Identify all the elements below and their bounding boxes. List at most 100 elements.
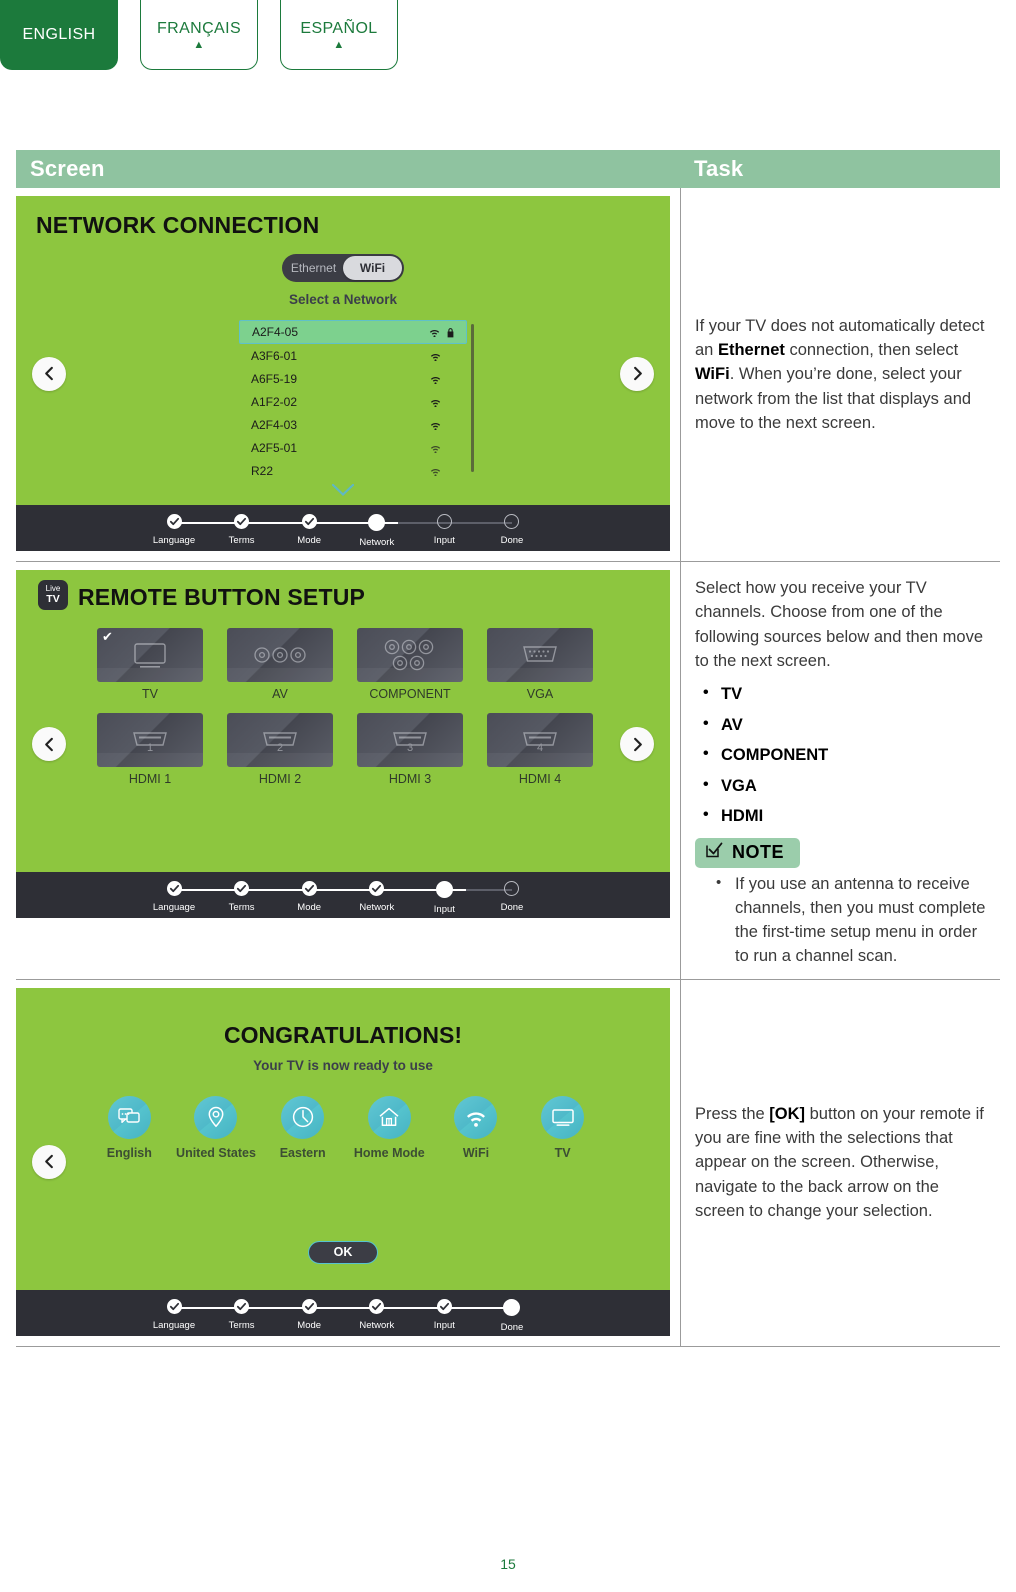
hdmi-port-icon: 3 bbox=[393, 732, 427, 754]
language-tab-francais[interactable]: FRANÇAIS ▲ bbox=[140, 0, 258, 70]
tile-thumbnail[interactable] bbox=[487, 628, 593, 682]
network-ssid: A2F4-03 bbox=[251, 417, 298, 432]
toggle-option-wifi[interactable]: WiFi bbox=[343, 256, 402, 280]
task-cell: Select how you receive your TV channels.… bbox=[680, 562, 1000, 979]
note-badge: NOTE bbox=[695, 837, 801, 868]
progress-step-label: Mode bbox=[297, 1319, 322, 1331]
list-item: If you use an antenna to receive channel… bbox=[713, 872, 986, 969]
progress-step-language: Language bbox=[153, 1298, 195, 1333]
checkbox-check-icon bbox=[705, 841, 723, 864]
progress-step-label: Done bbox=[500, 535, 524, 546]
note-bullet-list: If you use an antenna to receive channel… bbox=[713, 872, 986, 969]
back-arrow-button[interactable] bbox=[32, 1144, 66, 1179]
network-list-item[interactable]: A2F4-05 bbox=[239, 320, 467, 344]
chevron-down-icon[interactable] bbox=[331, 483, 355, 502]
pending-step-dot bbox=[504, 881, 520, 896]
hdmi-port-icon: 4 bbox=[523, 732, 557, 754]
input-source-av[interactable]: AV bbox=[222, 628, 338, 701]
screen-title: NETWORK CONNECTION bbox=[36, 212, 320, 238]
language-tab-english[interactable]: ENGLISH bbox=[0, 0, 118, 70]
setup-progress-bar: Language Terms Mode Network Input Done bbox=[16, 872, 670, 918]
network-ssid: R22 bbox=[251, 463, 274, 478]
live-tv-icon: Live TV bbox=[38, 580, 68, 610]
next-arrow-button[interactable] bbox=[620, 727, 654, 761]
back-arrow-button[interactable] bbox=[32, 727, 66, 761]
summary-item-mode: Home Mode bbox=[346, 1095, 433, 1160]
network-ssid: A3F6-01 bbox=[251, 348, 298, 363]
network-list-item[interactable]: A1F2-02 bbox=[239, 390, 467, 413]
lock-icon bbox=[442, 327, 458, 338]
input-source-hdmi-2[interactable]: 2 HDMI 2 bbox=[222, 713, 338, 786]
tile-thumbnail[interactable] bbox=[227, 628, 333, 682]
svg-text:4: 4 bbox=[537, 742, 543, 754]
summary-item-label: WiFi bbox=[462, 1145, 490, 1160]
network-list[interactable]: A2F4-05 A3F6-01 A6F5-19 A1F2-02 A2F4-03 … bbox=[239, 320, 467, 482]
tile-label: AV bbox=[272, 687, 288, 701]
summary-item-country: United States bbox=[173, 1095, 260, 1160]
select-network-label: Select a Network bbox=[288, 292, 398, 307]
wifi-icon bbox=[427, 466, 443, 476]
wifi-icon bbox=[427, 374, 443, 384]
tv-screen-congratulations: CONGRATULATIONS! Your TV is now ready to… bbox=[16, 987, 670, 1336]
progress-step-network: Network bbox=[359, 514, 394, 548]
input-source-vga[interactable]: VGA bbox=[482, 628, 598, 701]
language-tab-espanol[interactable]: ESPAÑOL ▲ bbox=[280, 0, 398, 70]
network-list-item[interactable]: A6F5-19 bbox=[239, 367, 467, 390]
progress-step-terms: Terms bbox=[228, 514, 256, 548]
progress-step-input: Input bbox=[430, 1298, 458, 1333]
progress-step-terms: Terms bbox=[228, 881, 256, 915]
network-list-item[interactable]: A3F6-01 bbox=[239, 344, 467, 367]
table-row: NETWORK CONNECTION Ethernet WiFi Select … bbox=[16, 188, 1000, 562]
network-list-scrollbar[interactable] bbox=[471, 324, 474, 472]
ok-button[interactable]: OK bbox=[308, 1240, 378, 1264]
network-list-item[interactable]: A2F5-01 bbox=[239, 436, 467, 459]
input-source-tv[interactable]: ✔ TV bbox=[92, 628, 208, 701]
tile-thumbnail[interactable]: 1 bbox=[97, 713, 203, 767]
summary-item-label: United States bbox=[176, 1145, 256, 1160]
progress-step-label: Mode bbox=[297, 902, 322, 913]
back-arrow-button[interactable] bbox=[32, 356, 66, 391]
progress-step-label: Network bbox=[359, 1319, 395, 1331]
input-source-component[interactable]: COMPONENT bbox=[352, 628, 468, 701]
task-cell: If your TV does not automatically detect… bbox=[680, 188, 1000, 561]
progress-step-label: Network bbox=[359, 902, 395, 913]
toggle-option-ethernet[interactable]: Ethernet bbox=[284, 256, 343, 280]
input-source-hdmi-4[interactable]: 4 HDMI 4 bbox=[482, 713, 598, 786]
check-icon bbox=[234, 881, 250, 896]
progress-step-done: Done bbox=[498, 514, 526, 548]
screen-cell: NETWORK CONNECTION Ethernet WiFi Select … bbox=[16, 188, 680, 561]
progress-step-language: Language bbox=[153, 881, 195, 915]
tile-label: HDMI 3 bbox=[388, 772, 432, 786]
summary-item-network: WiFi bbox=[433, 1095, 520, 1160]
table-row: Live TV REMOTE BUTTON SETUP ✔ TV AV COMP… bbox=[16, 562, 1000, 980]
check-icon bbox=[301, 1298, 317, 1314]
input-source-hdmi-3[interactable]: 3 HDMI 3 bbox=[352, 713, 468, 786]
summary-item-label: English bbox=[106, 1145, 152, 1160]
progress-step-done: Done bbox=[498, 1298, 526, 1333]
summary-item-label: TV bbox=[554, 1145, 571, 1160]
wifi-icon bbox=[426, 327, 442, 337]
progress-step-label: Done bbox=[500, 1321, 524, 1333]
progress-step-label: Network bbox=[359, 537, 395, 548]
tile-thumbnail[interactable]: ✔ bbox=[97, 628, 203, 682]
av-jacks-icon bbox=[254, 647, 306, 663]
chat-bubbles-icon bbox=[107, 1095, 151, 1139]
network-list-item[interactable]: A2F4-03 bbox=[239, 413, 467, 436]
input-source-hdmi-1[interactable]: 1 HDMI 1 bbox=[92, 713, 208, 786]
network-list-item[interactable]: R22 bbox=[239, 459, 467, 482]
progress-step-label: Input bbox=[433, 535, 455, 546]
vga-connector-icon bbox=[523, 646, 557, 662]
list-item: COMPONENT bbox=[699, 739, 986, 771]
next-arrow-button[interactable] bbox=[620, 356, 654, 391]
check-icon bbox=[166, 881, 182, 896]
tile-thumbnail[interactable]: 2 bbox=[227, 713, 333, 767]
location-pin-icon bbox=[194, 1095, 238, 1139]
source-bullet-list: TV AV COMPONENT VGA HDMI bbox=[699, 678, 986, 832]
tile-thumbnail[interactable]: 3 bbox=[357, 713, 463, 767]
tile-thumbnail[interactable] bbox=[357, 628, 463, 682]
network-ssid: A1F2-02 bbox=[251, 394, 298, 409]
check-icon: ✔ bbox=[102, 629, 113, 644]
tile-thumbnail[interactable]: 4 bbox=[487, 713, 593, 767]
home-icon bbox=[367, 1095, 411, 1139]
connection-type-toggle[interactable]: Ethernet WiFi bbox=[282, 254, 404, 282]
